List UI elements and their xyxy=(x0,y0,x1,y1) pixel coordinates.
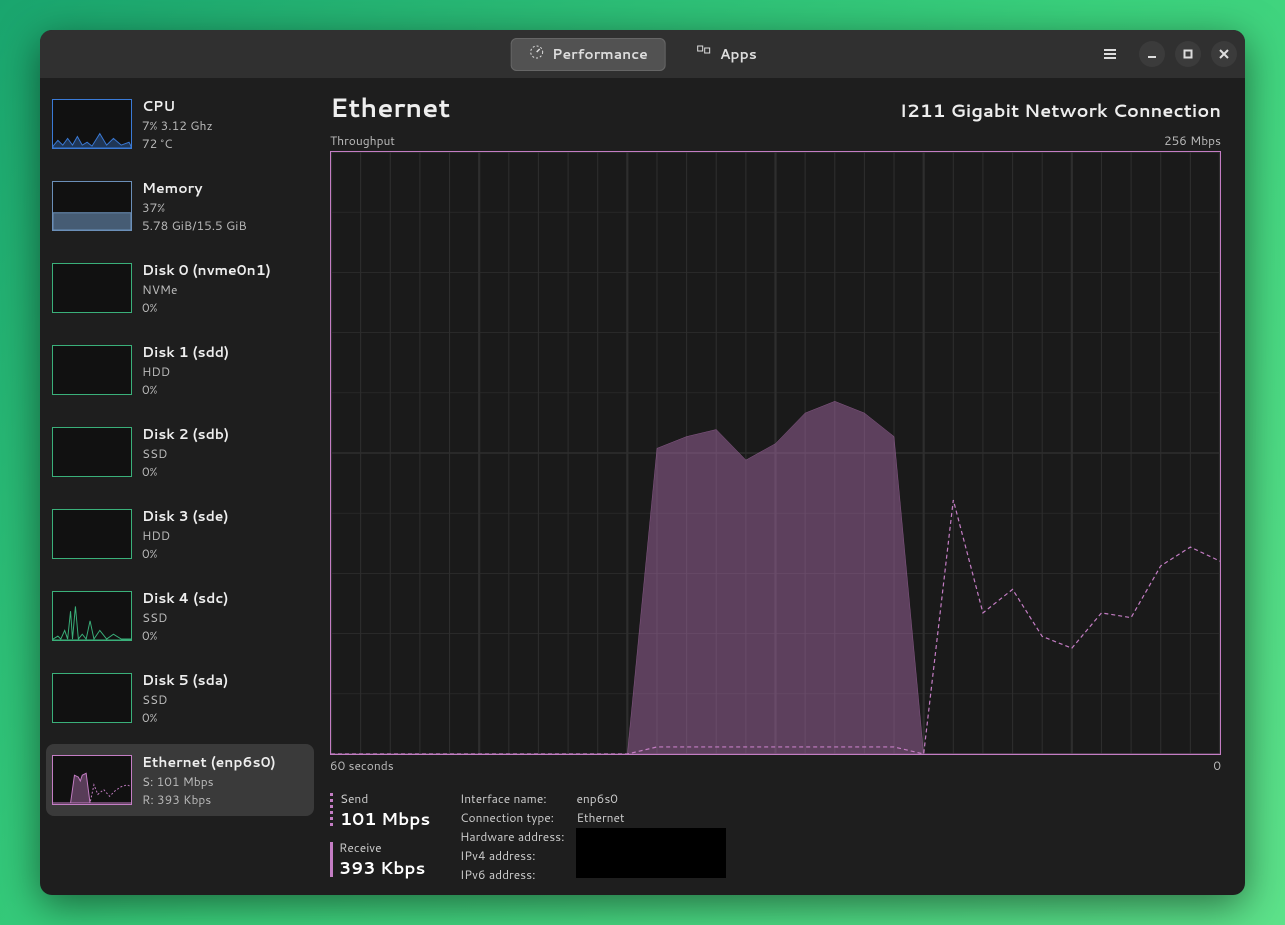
tab-apps-label: Apps xyxy=(720,44,757,64)
receive-value: 393 Kbps xyxy=(339,856,425,880)
thumbnail-chart xyxy=(52,263,132,313)
thumbnail-chart xyxy=(52,591,132,641)
sidebar-item-title: Disk 5 (sda) xyxy=(142,670,228,690)
receive-label: Receive xyxy=(339,839,425,856)
sidebar-item-title: Disk 0 (nvme0n1) xyxy=(142,260,271,280)
sidebar-item-sub2: 72 °C xyxy=(142,135,213,152)
sidebar-item-disk-3-sde[interactable]: Disk 3 (sde)HDD0% xyxy=(46,498,314,570)
connection-details: Interface name: enp6s0 Connection type: … xyxy=(460,790,726,883)
sidebar-item-sub2: 0% xyxy=(142,299,271,316)
send-label: Send xyxy=(340,790,430,807)
chart-x-min: 0 xyxy=(1213,757,1221,774)
iface-name-label: Interface name: xyxy=(460,790,564,807)
minimize-icon xyxy=(1146,48,1158,60)
sidebar-item-sub2: 0% xyxy=(142,709,228,726)
thumbnail-chart xyxy=(52,99,132,149)
sidebar-item-title: CPU xyxy=(142,96,213,116)
sidebar-item-title: Disk 1 (sdd) xyxy=(142,342,229,362)
sidebar-item-sub2: 5.78 GiB/15.5 GiB xyxy=(142,217,247,234)
hw-addr-label: Hardware address: xyxy=(460,828,564,845)
sidebar-item-disk-2-sdb[interactable]: Disk 2 (sdb)SSD0% xyxy=(46,416,314,488)
chart-x-max: 60 seconds xyxy=(330,757,394,774)
sidebar-item-title: Disk 3 (sde) xyxy=(142,506,229,526)
sidebar-item-sub1: S: 101 Mbps xyxy=(142,773,276,790)
minimize-button[interactable] xyxy=(1139,41,1165,67)
sidebar-item-sub1: NVMe xyxy=(142,281,271,298)
sidebar-item-cpu[interactable]: CPU7% 3.12 Ghz72 °C xyxy=(46,88,314,160)
chart-y-label: Throughput xyxy=(330,132,395,149)
sidebar-item-disk-0-nvme0n1[interactable]: Disk 0 (nvme0n1)NVMe0% xyxy=(46,252,314,324)
tab-performance-label: Performance xyxy=(552,44,648,64)
device-name: I211 Gigabit Network Connection xyxy=(900,97,1221,123)
sidebar-item-disk-1-sdd[interactable]: Disk 1 (sdd)HDD0% xyxy=(46,334,314,406)
sidebar-item-sub1: SSD xyxy=(142,691,228,708)
thumbnail-chart xyxy=(52,509,132,559)
sidebar-item-disk-5-sda[interactable]: Disk 5 (sda)SSD0% xyxy=(46,662,314,734)
thumbnail-chart xyxy=(52,755,132,805)
conn-type-label: Connection type: xyxy=(460,809,564,826)
thumbnail-chart xyxy=(52,427,132,477)
sidebar-item-sub1: 7% 3.12 Ghz xyxy=(142,117,213,134)
tab-apps[interactable]: Apps xyxy=(678,38,775,71)
hamburger-icon xyxy=(1103,47,1117,61)
sidebar-item-sub2: 0% xyxy=(142,463,229,480)
view-switcher: Performance Apps xyxy=(510,38,775,71)
sidebar-item-title: Disk 4 (sdc) xyxy=(142,588,228,608)
app-window: Performance Apps CPU7% 3 xyxy=(40,30,1245,895)
close-icon xyxy=(1218,48,1230,60)
titlebar: Performance Apps xyxy=(40,30,1245,78)
redacted-addresses xyxy=(576,828,726,878)
send-legend-icon xyxy=(330,790,334,831)
hamburger-menu-button[interactable] xyxy=(1097,41,1123,67)
sidebar-item-sub2: R: 393 Kbps xyxy=(142,791,276,808)
send-value: 101 Mbps xyxy=(340,807,430,831)
sidebar-item-sub1: HDD xyxy=(142,363,229,380)
sidebar-item-sub1: 37% xyxy=(142,199,247,216)
sidebar-item-sub1: SSD xyxy=(142,609,228,626)
sidebar-item-sub2: 0% xyxy=(142,627,228,644)
maximize-icon xyxy=(1182,48,1194,60)
sidebar-item-title: Disk 2 (sdb) xyxy=(142,424,229,444)
sidebar-item-disk-4-sdc[interactable]: Disk 4 (sdc)SSD0% xyxy=(46,580,314,652)
sidebar-item-title: Ethernet (enp6s0) xyxy=(142,752,276,772)
conn-type-value: Ethernet xyxy=(576,809,726,826)
chart-y-max: 256 Mbps xyxy=(1164,132,1221,149)
maximize-button[interactable] xyxy=(1175,41,1201,67)
sidebar-item-title: Memory xyxy=(142,178,247,198)
sidebar-item-sub1: SSD xyxy=(142,445,229,462)
sidebar-item-sub2: 0% xyxy=(142,545,229,562)
apps-icon xyxy=(696,44,712,65)
ipv6-label: IPv6 address: xyxy=(460,866,564,883)
ipv4-label: IPv4 address: xyxy=(460,847,564,864)
sidebar-item-sub2: 0% xyxy=(142,381,229,398)
thumbnail-chart xyxy=(52,673,132,723)
sidebar-item-ethernet-enp6s0[interactable]: Ethernet (enp6s0)S: 101 MbpsR: 393 Kbps xyxy=(46,744,314,816)
iface-name-value: enp6s0 xyxy=(576,790,726,807)
main-panel: Ethernet I211 Gigabit Network Connection… xyxy=(320,78,1245,895)
receive-legend-icon xyxy=(330,842,333,877)
sidebar-item-memory[interactable]: Memory37%5.78 GiB/15.5 GiB xyxy=(46,170,314,242)
sidebar-item-sub1: HDD xyxy=(142,527,229,544)
sidebar: CPU7% 3.12 Ghz72 °C Memory37%5.78 GiB/15.… xyxy=(40,78,320,895)
throughput-chart xyxy=(330,151,1221,755)
page-title: Ethernet xyxy=(330,90,450,126)
tab-performance[interactable]: Performance xyxy=(510,38,666,71)
speedometer-icon xyxy=(528,44,544,65)
thumbnail-chart xyxy=(52,181,132,231)
close-button[interactable] xyxy=(1211,41,1237,67)
thumbnail-chart xyxy=(52,345,132,395)
